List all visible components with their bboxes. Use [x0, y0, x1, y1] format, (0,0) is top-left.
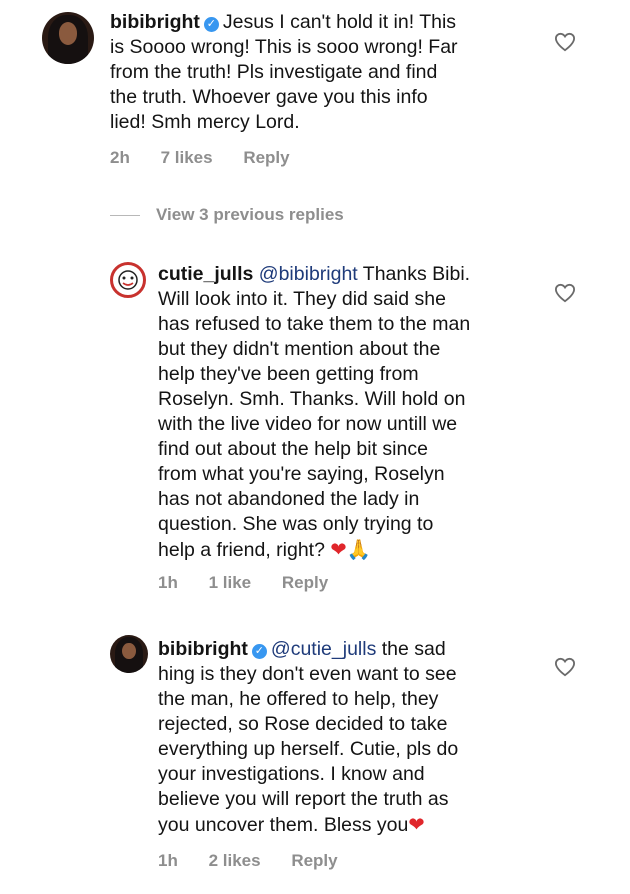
comment-line: the truth. Whoever gave you this info — [110, 86, 428, 108]
reply-button[interactable]: Reply — [282, 573, 328, 592]
red-heart-emoji: ❤ — [330, 538, 347, 561]
praying-hands-emoji: 🙏 — [346, 538, 371, 561]
mention-link[interactable]: @cutie_julls — [271, 638, 376, 660]
red-heart-emoji: ❤ — [408, 813, 425, 836]
comment-time: 1h — [158, 573, 178, 592]
comment-line: question. She was only trying to — [158, 513, 434, 535]
comment-line: Will look into it. They did said she — [158, 288, 446, 310]
comment-line: help they've been getting from — [158, 363, 419, 385]
verified-badge-icon: ✓ — [251, 644, 267, 659]
comment-line: believe you will report the truth as — [158, 788, 449, 810]
view-previous-replies-label: View 3 previous replies — [156, 205, 344, 224]
comment-line: lied! Smh mercy Lord. — [110, 111, 300, 133]
divider — [110, 215, 140, 217]
like-count[interactable]: 7 likes — [161, 148, 213, 167]
reply-button[interactable]: Reply — [243, 148, 289, 167]
comment-text: bibibright ✓ Jesus I can't hold it in! Thi… — [110, 10, 458, 135]
like-count[interactable]: 1 like — [209, 573, 252, 592]
like-count[interactable]: 2 likes — [209, 851, 261, 870]
comment-line: Jesus I can't hold it in! This — [222, 11, 457, 33]
view-previous-replies-button[interactable]: View 3 previous replies — [110, 205, 344, 225]
comment-line: from the truth! Pls investigate and find — [110, 61, 438, 83]
comment-line: is Soooo wrong! This is sooo wrong! Far — [110, 36, 458, 58]
comment-line: with the live video for now untill we — [158, 413, 458, 435]
comment-line: hing is they don't even want to see — [158, 663, 457, 685]
comment-line: the man, he offered to help, they — [158, 688, 439, 710]
username[interactable]: bibibright — [158, 638, 248, 660]
mention-link[interactable]: @bibibright — [259, 263, 358, 285]
comment-line: rejected, so Rose decided to take — [158, 713, 448, 735]
avatar[interactable] — [42, 12, 94, 64]
comment-line: has not abandoned the lady in — [158, 488, 420, 510]
comment-meta: 2h 7 likes Reply — [110, 148, 316, 168]
comment-text: cutie_julls @bibibright Thanks Bibi. Wil… — [158, 262, 470, 563]
comment-line: everything up herself. Cutie, pls do — [158, 738, 459, 760]
comment-text: bibibright ✓ @cutie_julls the sad hing is … — [158, 637, 458, 838]
comment-line: Roselyn. Smh. Thanks. Will hold on — [158, 388, 466, 410]
avatar[interactable] — [110, 262, 146, 298]
heart-outline-icon[interactable] — [554, 32, 576, 52]
comment-time: 1h — [158, 851, 178, 870]
comment-line: find out about the help bit since — [158, 438, 428, 460]
comment-line: from what you're saying, Roselyn — [158, 463, 445, 485]
comment-line: you uncover them. Bless you — [158, 814, 409, 836]
cartoon-face-icon — [118, 270, 138, 290]
comment-line: help a friend, right? — [158, 539, 331, 561]
reply-button[interactable]: Reply — [291, 851, 337, 870]
comment-time: 2h — [110, 148, 130, 167]
comment-line: the sad — [376, 638, 446, 660]
comment-meta: 1h 1 like Reply — [158, 573, 354, 593]
comment-line: Thanks Bibi. — [357, 263, 471, 285]
avatar[interactable] — [110, 635, 148, 673]
username[interactable]: cutie_julls — [158, 263, 253, 285]
verified-badge-icon: ✓ — [203, 17, 219, 32]
heart-outline-icon[interactable] — [554, 283, 576, 303]
heart-outline-icon[interactable] — [554, 657, 576, 677]
comment-line: but they didn't mention about the — [158, 338, 441, 360]
comment-line: your investigations. I know and — [158, 763, 425, 785]
comment-line: has refused to take them to the man — [158, 313, 471, 335]
comment-meta: 1h 2 likes Reply — [158, 851, 364, 871]
username[interactable]: bibibright — [110, 11, 200, 33]
